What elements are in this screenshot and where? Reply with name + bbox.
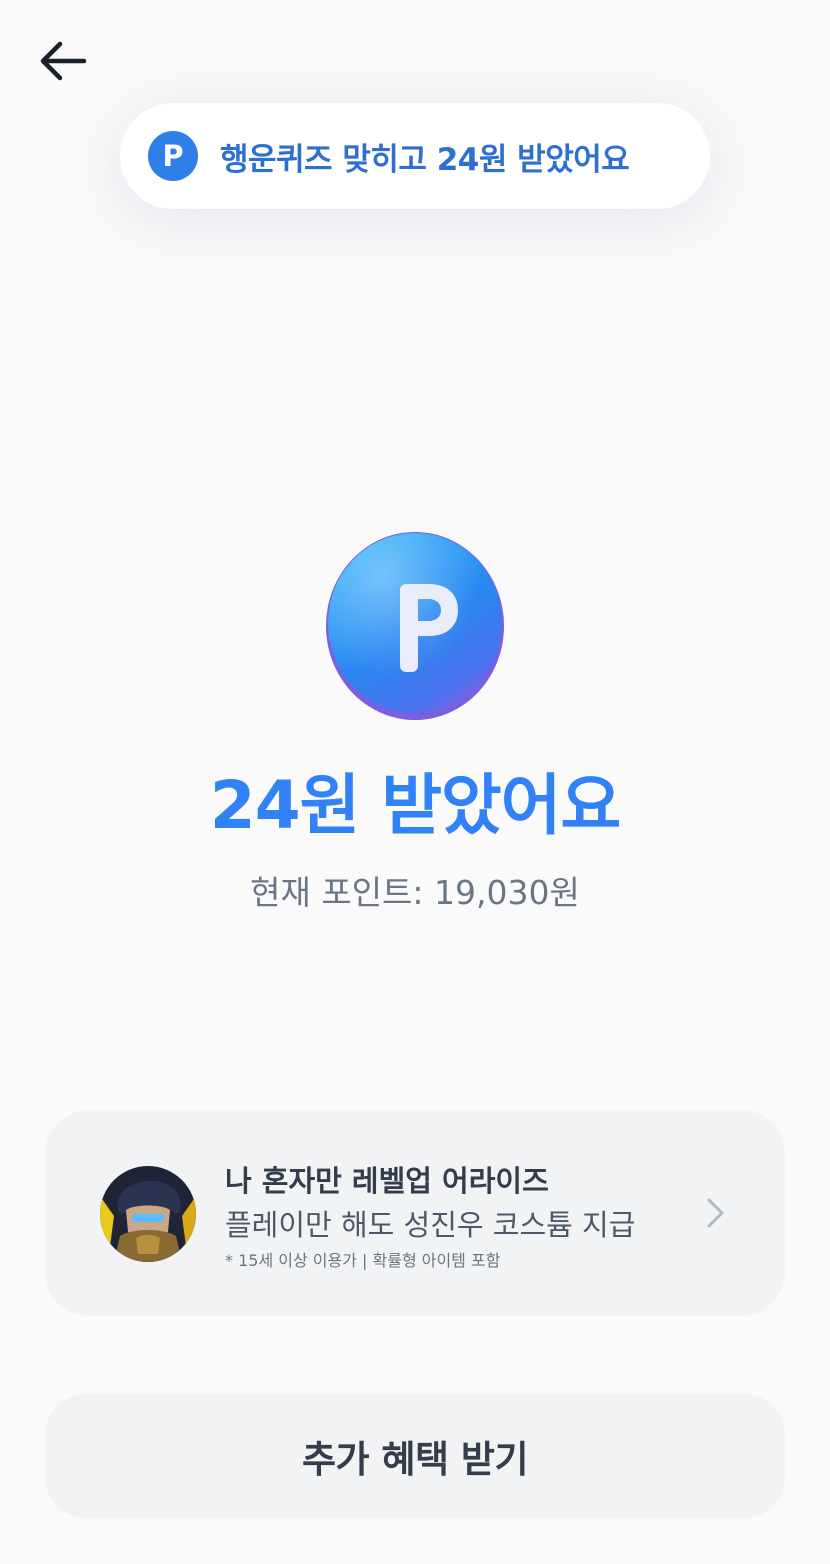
point-coin-icon <box>326 532 504 720</box>
promo-description: 플레이만 해도 성진우 코스튬 지급 <box>225 1208 636 1242</box>
promo-banner[interactable]: 나 혼자만 레벨업 어라이즈 플레이만 해도 성진우 코스튬 지급 * 15세 … <box>45 1110 785 1316</box>
arrow-left-icon <box>40 41 87 81</box>
promo-age-note: * 15세 이상 이용가 | 확률형 아이템 포함 <box>225 1251 501 1270</box>
game-avatar <box>100 1166 196 1262</box>
toast-message: 행운퀴즈 맞히고 24원 받았어요 <box>220 141 630 178</box>
reward-screen: P 행운퀴즈 맞히고 24원 받았어요 24원 받았어요 현재 포인트: 19,… <box>0 0 830 1564</box>
extra-benefits-button[interactable]: 추가 혜택 받기 <box>45 1394 785 1518</box>
reward-headline: 24원 받았어요 <box>209 767 621 844</box>
chevron-right-icon <box>707 1198 724 1228</box>
point-icon: P <box>148 131 198 181</box>
back-button[interactable] <box>32 30 94 92</box>
reward-toast: P 행운퀴즈 맞히고 24원 받았어요 <box>120 103 710 209</box>
promo-title: 나 혼자만 레벨업 어라이즈 <box>225 1164 549 1198</box>
current-points: 현재 포인트: 19,030원 <box>250 873 580 912</box>
